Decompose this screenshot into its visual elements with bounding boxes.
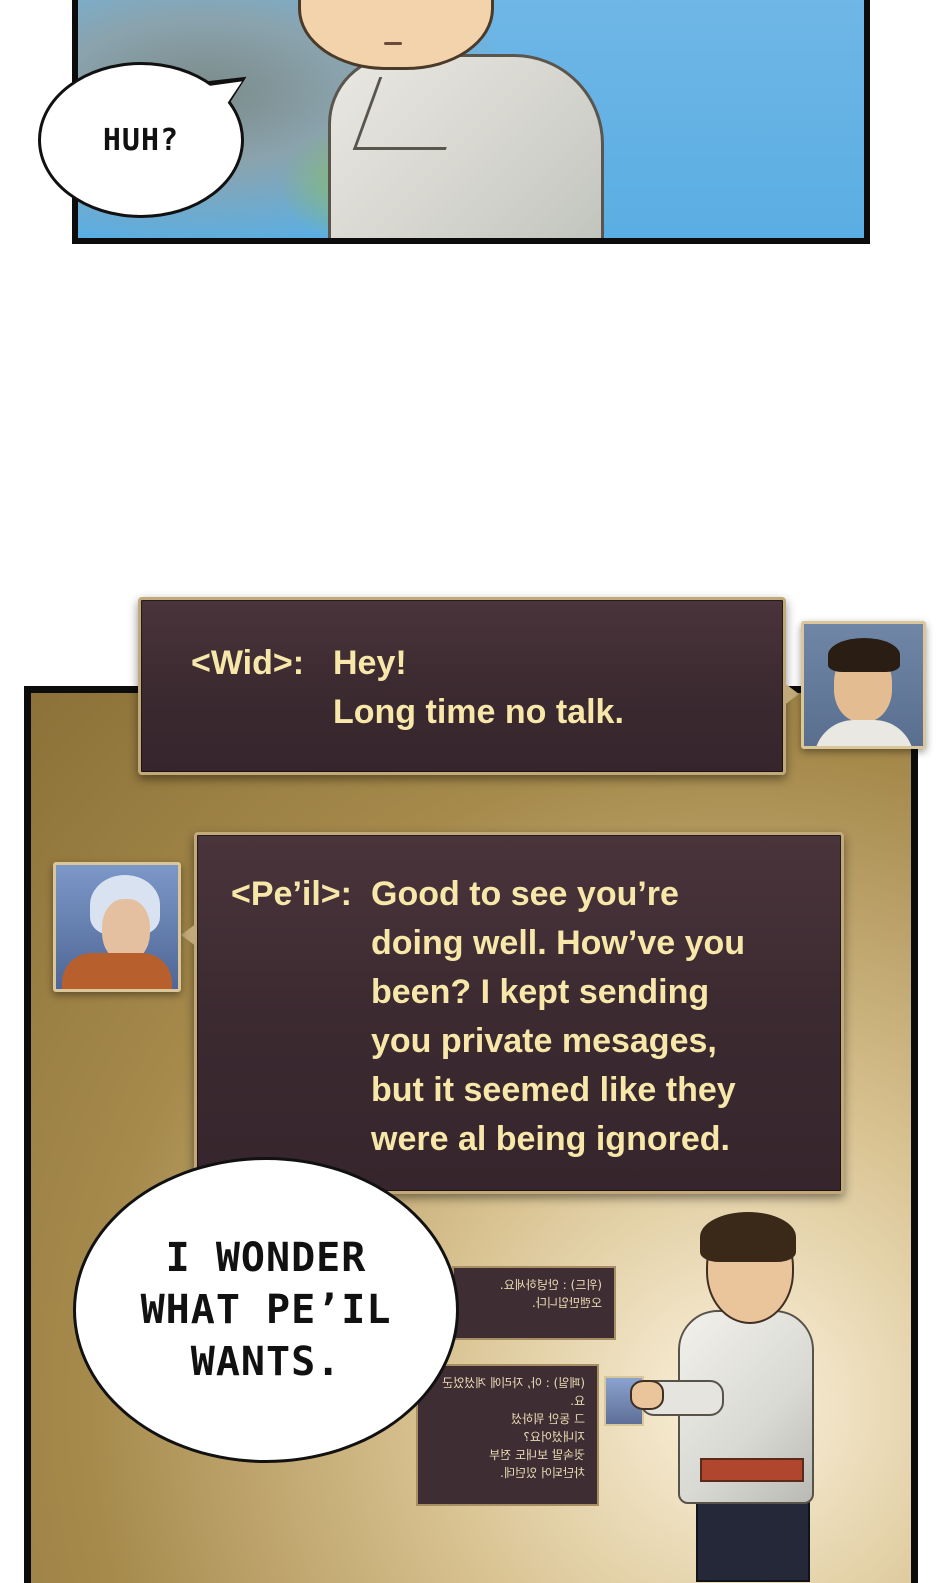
mirrored-text: (위드) : 안녕하세요.: [499, 1278, 602, 1292]
mirrored-text: 차단되어 있던데.: [500, 1466, 585, 1480]
boy-hair: [700, 1212, 796, 1262]
speech-bubble-wonder: I WONDER WHAT PE’IL WANTS.: [73, 1157, 459, 1463]
speech-text: HUH?: [102, 122, 180, 158]
mirrored-text: 지내셨어요?: [523, 1430, 585, 1444]
mirrored-text: 귓속말 보내도 전부: [489, 1448, 585, 1462]
boy-shirt: [328, 54, 604, 238]
message-line: but it seemed like they: [371, 1071, 736, 1109]
boy-belt: [700, 1458, 804, 1482]
message-line: were al being ignored.: [371, 1120, 730, 1158]
speech-text: WANTS.: [190, 1339, 342, 1385]
speaker-label: <Pe’il>:: [231, 875, 352, 913]
message-line: doing well. How’ve you: [371, 924, 746, 962]
boy-hand: [630, 1380, 664, 1410]
wid-portrait: [801, 621, 926, 749]
mirrored-text: 오랜만입니다.: [531, 1296, 602, 1310]
message-line: Long time no talk.: [333, 693, 624, 731]
speaker-label: <Wid>:: [191, 644, 305, 682]
message-line: Good to see you’re: [371, 875, 679, 913]
message-line: been? I kept sending: [371, 973, 710, 1011]
chat-message-wid: <Wid>: Hey! Long time no talk.: [138, 597, 799, 775]
speech-text: I WONDER: [165, 1235, 367, 1281]
chat-message-peil: <Pe’il>: Good to see you’re doing well. …: [181, 832, 844, 1194]
message-line: Hey!: [333, 644, 407, 682]
mirrored-text: (페일) : 아, 자리에 계셨었군요.: [442, 1376, 585, 1408]
mirrored-text: 그 동안 뭐하셨: [511, 1412, 585, 1426]
message-line: you private mesages,: [371, 1022, 717, 1060]
mirrored-message-box: (페일) : 아, 자리에 계셨었군요. 그 동안 뭐하셨 지내셨어요? 귓속말…: [416, 1364, 599, 1506]
speech-text: WHAT PE’IL: [140, 1287, 392, 1333]
peil-portrait: [53, 862, 181, 992]
mirrored-message-box: (위드) : 안녕하세요. 오랜만입니다.: [452, 1266, 616, 1340]
